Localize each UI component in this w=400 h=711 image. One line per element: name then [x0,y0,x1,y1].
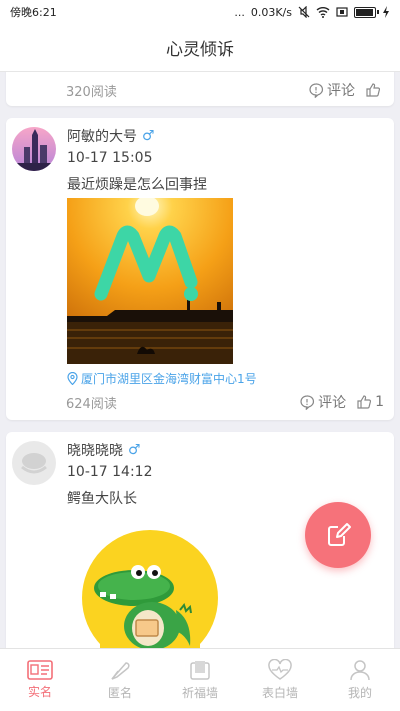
location-text: 厦门市湖里区金海湾财富中心1号 [81,372,257,386]
tab-label: 我的 [347,686,372,700]
crocodile-captain-image [82,530,218,648]
male-icon: ♂ [142,128,155,144]
post-image[interactable] [78,530,222,648]
tab-real-name[interactable]: 实名 [0,649,80,711]
mute-icon [298,6,310,18]
default-avatar-image [12,441,56,485]
avatar[interactable] [12,441,56,485]
post-card[interactable]: 320阅读 评论 [6,72,394,106]
charging-icon [383,6,389,18]
screenshot-icon [336,7,348,17]
like-button[interactable]: 1 [356,394,384,410]
heart-icon [268,659,292,680]
avatar-image [12,127,56,171]
post-card[interactable]: 阿敏的大号 ♂ 10-17 15:05 最近烦躁是怎么回事捏 厦门市湖里区金海湾… [6,118,394,420]
tab-label: 祈福墙 [181,686,218,700]
status-time: 傍晚6:21 [10,6,57,19]
tab-label: 表白墙 [261,686,298,700]
avatar[interactable] [12,127,56,171]
post-footer: 624阅读 评论 1 [66,392,384,412]
battery-level [356,8,373,16]
status-dots: ... [234,5,245,19]
status-icons: ... 0.03K/s [234,6,390,19]
post-actions: 评论 1 [299,392,384,412]
tab-blessing-wall[interactable]: 祈福墙 [160,649,240,711]
tab-confession-wall[interactable]: 表白墙 [240,649,320,711]
comment-button[interactable]: 评论 [308,80,355,100]
author-row: 阿敏的大号 ♂ [67,126,155,146]
bottom-tab-bar: 实名 匿名 祈福墙 表白墙 我的 [0,648,400,711]
comment-icon [309,83,324,98]
tab-label: 实名 [27,685,52,699]
read-count: 624阅读 [66,396,117,412]
feather-icon [111,662,130,680]
author-name[interactable]: 晓晓晓晓 [67,440,123,460]
post-footer: 320阅读 评论 [66,80,384,100]
post-time: 10-17 15:05 [67,150,153,166]
post-time: 10-17 14:12 [67,464,153,480]
network-speed: 0.03K/s [250,5,292,19]
wifi-icon [316,7,330,18]
read-count: 320阅读 [66,84,117,100]
post-location[interactable]: 厦门市湖里区金海湾财富中心1号 [67,370,257,387]
thumbs-up-icon [357,395,372,409]
person-icon [350,660,370,681]
author-name[interactable]: 阿敏的大号 [67,126,137,146]
post-content: 最近烦躁是怎么回事捏 [67,177,207,193]
new-post-button[interactable] [305,502,371,568]
edit-note-icon [328,523,351,546]
thumbs-up-icon [366,83,381,97]
post-image[interactable] [67,198,233,364]
id-card-icon [27,660,53,680]
wall-icon [190,661,210,680]
location-pin-icon [67,372,78,385]
comment-label: 评论 [318,395,347,411]
author-row: 晓晓晓晓 ♂ [67,440,141,460]
tab-anonymous[interactable]: 匿名 [80,649,160,711]
comment-icon [300,395,315,410]
like-count: 1 [375,394,384,410]
page-title: 心灵倾诉 [166,40,234,60]
status-bar: 傍晚6:21 ... 0.03K/s [0,0,400,24]
male-icon: ♂ [128,442,141,458]
sunset-ship-image [67,198,233,364]
post-content: 鳄鱼大队长 [67,491,137,507]
tab-label: 匿名 [107,686,132,700]
comment-label: 评论 [327,83,355,99]
post-actions: 评论 [308,80,384,100]
like-button[interactable] [365,82,384,98]
comment-button[interactable]: 评论 [299,392,346,412]
tab-mine[interactable]: 我的 [320,649,400,711]
nav-bar: 心灵倾诉 [0,24,400,72]
battery-icon [354,6,379,18]
